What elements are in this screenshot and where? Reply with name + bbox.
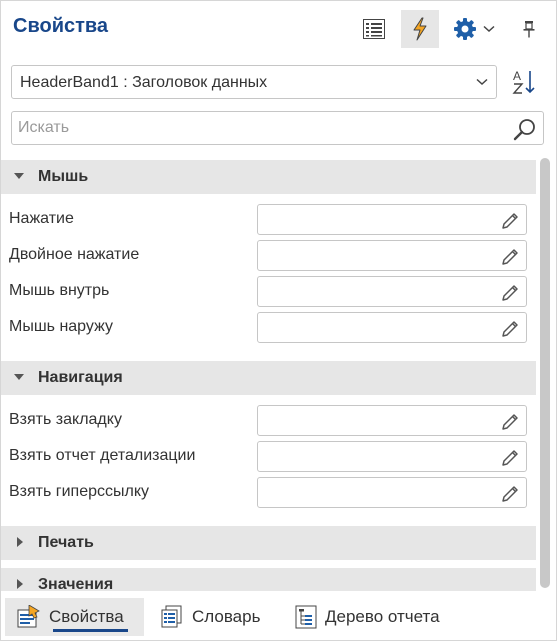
search-icon[interactable] [513, 117, 537, 141]
property-label: Взять закладку [9, 411, 122, 428]
property-editor-click[interactable] [257, 204, 527, 235]
report-tree-icon [295, 605, 317, 629]
list-icon [363, 19, 385, 39]
category-label: Печать [38, 534, 94, 551]
svg-text:A: A [513, 69, 521, 83]
chevron-down-icon [483, 25, 495, 33]
tab-dictionary[interactable]: Словарь [150, 598, 274, 636]
pencil-icon[interactable] [500, 211, 520, 231]
category-mouse[interactable]: Мышь [1, 160, 536, 194]
dictionary-icon [161, 605, 182, 628]
property-search [11, 111, 544, 145]
property-editor-hyperlink[interactable] [257, 477, 527, 508]
triangle-down-icon [14, 374, 24, 380]
property-editor-mouse-leave[interactable] [257, 312, 527, 343]
tab-label: Словарь [192, 607, 261, 626]
properties-panel: Свойства HeaderBand1: Заголовок данных … [0, 0, 557, 641]
pencil-icon[interactable] [500, 283, 520, 303]
tab-report-tree[interactable]: Дерево отчета [285, 598, 463, 636]
property-editor-bookmark[interactable] [257, 405, 527, 436]
tab-properties[interactable]: Свойства [5, 598, 144, 636]
property-label: Взять отчет детализации [9, 447, 196, 464]
property-editor-drilldown[interactable] [257, 441, 527, 472]
pencil-icon[interactable] [500, 448, 520, 468]
property-label: Нажатие [9, 210, 74, 227]
properties-icon [17, 605, 40, 628]
pencil-icon[interactable] [500, 319, 520, 339]
category-values[interactable]: Значения [1, 568, 536, 591]
settings-menu-button[interactable] [449, 10, 499, 48]
vertical-scrollbar[interactable] [540, 158, 550, 588]
panel-title: Свойства [13, 15, 109, 37]
pin-icon [523, 21, 535, 38]
triangle-down-icon [14, 173, 24, 179]
category-label: Значения [38, 576, 114, 591]
panel-header: Свойства [1, 1, 556, 57]
pin-button[interactable] [511, 10, 547, 48]
category-navigation[interactable]: Навигация [1, 361, 536, 395]
properties-view-button[interactable] [355, 10, 393, 48]
property-label: Мышь наружу [9, 318, 113, 335]
property-label: Взять гиперссылку [9, 483, 150, 500]
component-selector[interactable]: HeaderBand1 : Заголовок данных [11, 65, 497, 99]
events-view-button[interactable] [401, 10, 439, 48]
active-tab-indicator [53, 629, 128, 632]
triangle-right-icon [17, 579, 23, 589]
pencil-icon[interactable] [500, 484, 520, 504]
lightning-icon [413, 17, 427, 41]
property-label: Мышь внутрь [9, 282, 110, 299]
property-grid: Мышь Нажатие Двойное нажатие Мышь внутрь… [1, 158, 538, 591]
property-editor-double-click[interactable] [257, 240, 527, 271]
pencil-icon[interactable] [500, 412, 520, 432]
property-editor-mouse-enter[interactable] [257, 276, 527, 307]
category-label: Мышь [38, 168, 89, 185]
tab-label: Дерево отчета [325, 607, 440, 626]
sort-alphabetical-button[interactable]: A [506, 65, 544, 99]
chevron-down-icon [476, 78, 488, 86]
component-selector-value: HeaderBand1 : Заголовок данных [20, 74, 268, 91]
bottom-tabs: Свойства Словарь Дерево отчета [1, 595, 556, 640]
property-label: Двойное нажатие [9, 246, 140, 263]
category-print[interactable]: Печать [1, 526, 536, 560]
sort-az-icon: A [512, 69, 535, 94]
triangle-right-icon [17, 537, 23, 547]
category-label: Навигация [38, 369, 123, 386]
pencil-icon[interactable] [500, 247, 520, 267]
gear-icon [454, 18, 476, 40]
tab-label: Свойства [49, 607, 124, 626]
scrollbar-thumb[interactable] [540, 158, 550, 588]
search-input[interactable] [18, 118, 498, 138]
